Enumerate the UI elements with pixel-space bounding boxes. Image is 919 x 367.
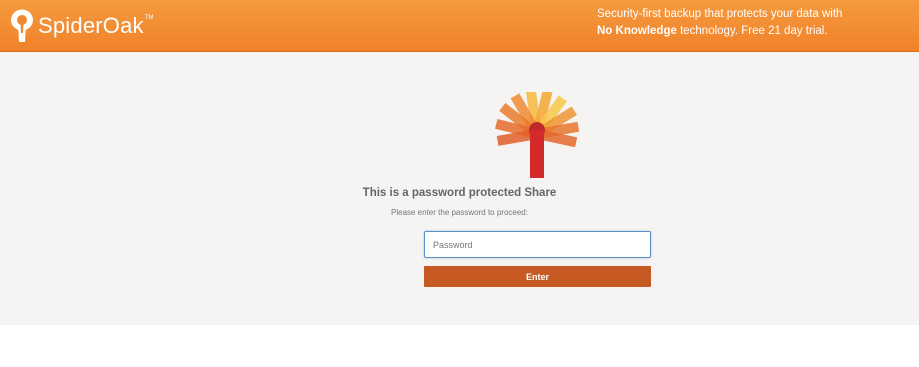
tagline-line-2: No Knowledge technology. Free 21 day tri… <box>597 23 897 40</box>
tagline-bold: No Knowledge <box>597 25 677 37</box>
brand-trademark: TM <box>144 15 154 21</box>
page-subtitle: Please enter the password to proceed: <box>391 208 528 217</box>
share-login-panel: This is a password protected Share Pleas… <box>0 52 919 325</box>
top-banner: SpiderOak TM Security-first backup that … <box>0 0 919 52</box>
spideroak-tree-logo-icon <box>495 92 580 178</box>
brand-name: SpiderOak <box>38 13 144 38</box>
tagline-line-1: Security-first backup that protects your… <box>597 8 843 20</box>
tagline: Security-first backup that protects your… <box>597 6 897 40</box>
spideroak-keyhole-icon <box>11 9 33 42</box>
page-title: This is a password protected Share <box>362 187 557 199</box>
tagline-line-2-rest: technology. Free 21 day trial. <box>676 25 828 37</box>
enter-button[interactable]: Enter <box>424 266 651 287</box>
spideroak-home-link[interactable]: SpiderOak TM <box>10 8 153 44</box>
password-input[interactable] <box>424 231 651 258</box>
